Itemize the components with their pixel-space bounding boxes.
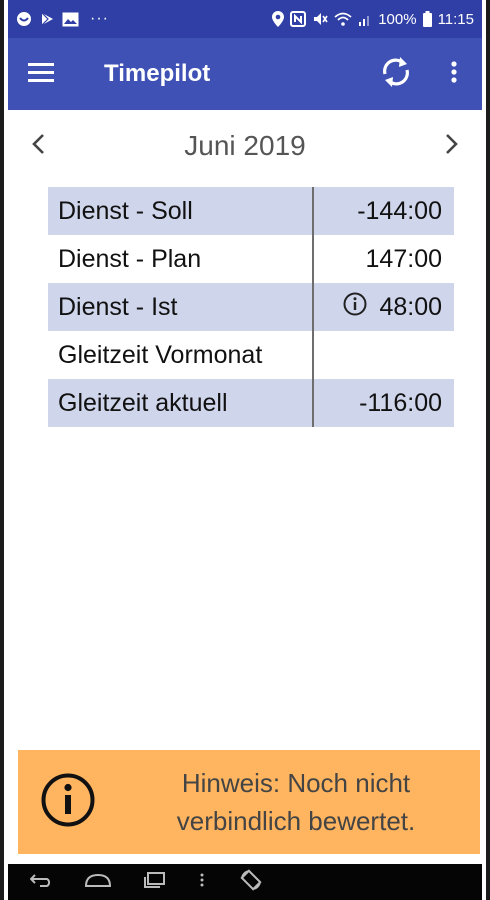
- menu-button[interactable]: [8, 38, 74, 110]
- next-month-button[interactable]: [422, 118, 482, 174]
- prev-month-button[interactable]: [8, 118, 68, 174]
- row-value: 147:00: [365, 244, 442, 273]
- wifi-icon: [334, 12, 352, 26]
- notice-line-2: verbindlich bewertet.: [176, 806, 416, 836]
- row-label: Gleitzeit Vormonat: [48, 331, 314, 379]
- home-button[interactable]: [68, 864, 128, 900]
- back-button[interactable]: [14, 864, 68, 900]
- row-value: 48:00: [379, 292, 442, 321]
- keyboard-dot-button[interactable]: [182, 864, 222, 900]
- battery-percent: 100%: [378, 10, 417, 28]
- back-icon: [29, 873, 52, 892]
- overflow-menu-button[interactable]: [426, 38, 482, 110]
- table-row[interactable]: Dienst - Soll -144:00: [48, 187, 454, 235]
- recents-button[interactable]: [128, 864, 182, 900]
- location-icon: [272, 11, 285, 27]
- row-label: Gleitzeit aktuell: [48, 379, 314, 427]
- menu-icon: [28, 62, 54, 87]
- row-label: Dienst - Plan: [48, 235, 314, 283]
- app-bar: Timepilot: [8, 38, 482, 110]
- info-icon[interactable]: [343, 292, 367, 323]
- rotate-icon: [240, 868, 262, 896]
- notice-banner: Hinweis: Noch nicht verbindlich bewertet…: [18, 750, 480, 854]
- sync-button[interactable]: [366, 38, 426, 110]
- notice-line-1: Hinweis: Noch nicht: [181, 768, 411, 798]
- phone-frame: ··· 100% 11:15 Timepilot Juni 2019 Diens…: [0, 0, 490, 900]
- row-value: -144:00: [357, 196, 442, 225]
- chevron-right-icon: [445, 133, 459, 160]
- sync-icon: [381, 56, 411, 93]
- table-row[interactable]: Gleitzeit Vormonat: [48, 331, 454, 379]
- system-navigation-bar: [8, 864, 482, 900]
- clock: 11:15: [437, 10, 474, 28]
- table-row[interactable]: Gleitzeit aktuell -116:00: [48, 379, 454, 427]
- image-icon: [62, 12, 79, 27]
- home-icon: [84, 873, 112, 892]
- notification-circle-icon: [16, 11, 32, 27]
- row-value: -116:00: [359, 388, 442, 417]
- month-title: Juni 2019: [184, 130, 306, 161]
- row-label: Dienst - Ist: [48, 283, 314, 331]
- recents-icon: [144, 871, 166, 893]
- table-row[interactable]: Dienst - Ist 48:00: [48, 283, 454, 331]
- keyboard-dot-icon: [200, 873, 204, 892]
- more-dots-icon: ···: [90, 10, 109, 27]
- status-bar: ··· 100% 11:15: [8, 0, 482, 38]
- signal-icon: [358, 12, 372, 26]
- rotate-button[interactable]: [226, 864, 276, 900]
- summary-table: Dienst - Soll -144:00 Dienst - Plan 147:…: [48, 187, 454, 427]
- month-navigation: Juni 2019: [8, 118, 482, 174]
- nfc-icon: [290, 11, 307, 27]
- info-icon: [40, 772, 96, 833]
- battery-icon: [422, 11, 432, 27]
- row-value: [313, 331, 454, 379]
- play-store-icon: [39, 11, 55, 27]
- overflow-menu-icon: [451, 60, 457, 88]
- table-row[interactable]: Dienst - Plan 147:00: [48, 235, 454, 283]
- mute-icon: [312, 11, 328, 27]
- row-label: Dienst - Soll: [48, 187, 314, 235]
- app-title: Timepilot: [104, 60, 211, 87]
- chevron-left-icon: [31, 133, 45, 160]
